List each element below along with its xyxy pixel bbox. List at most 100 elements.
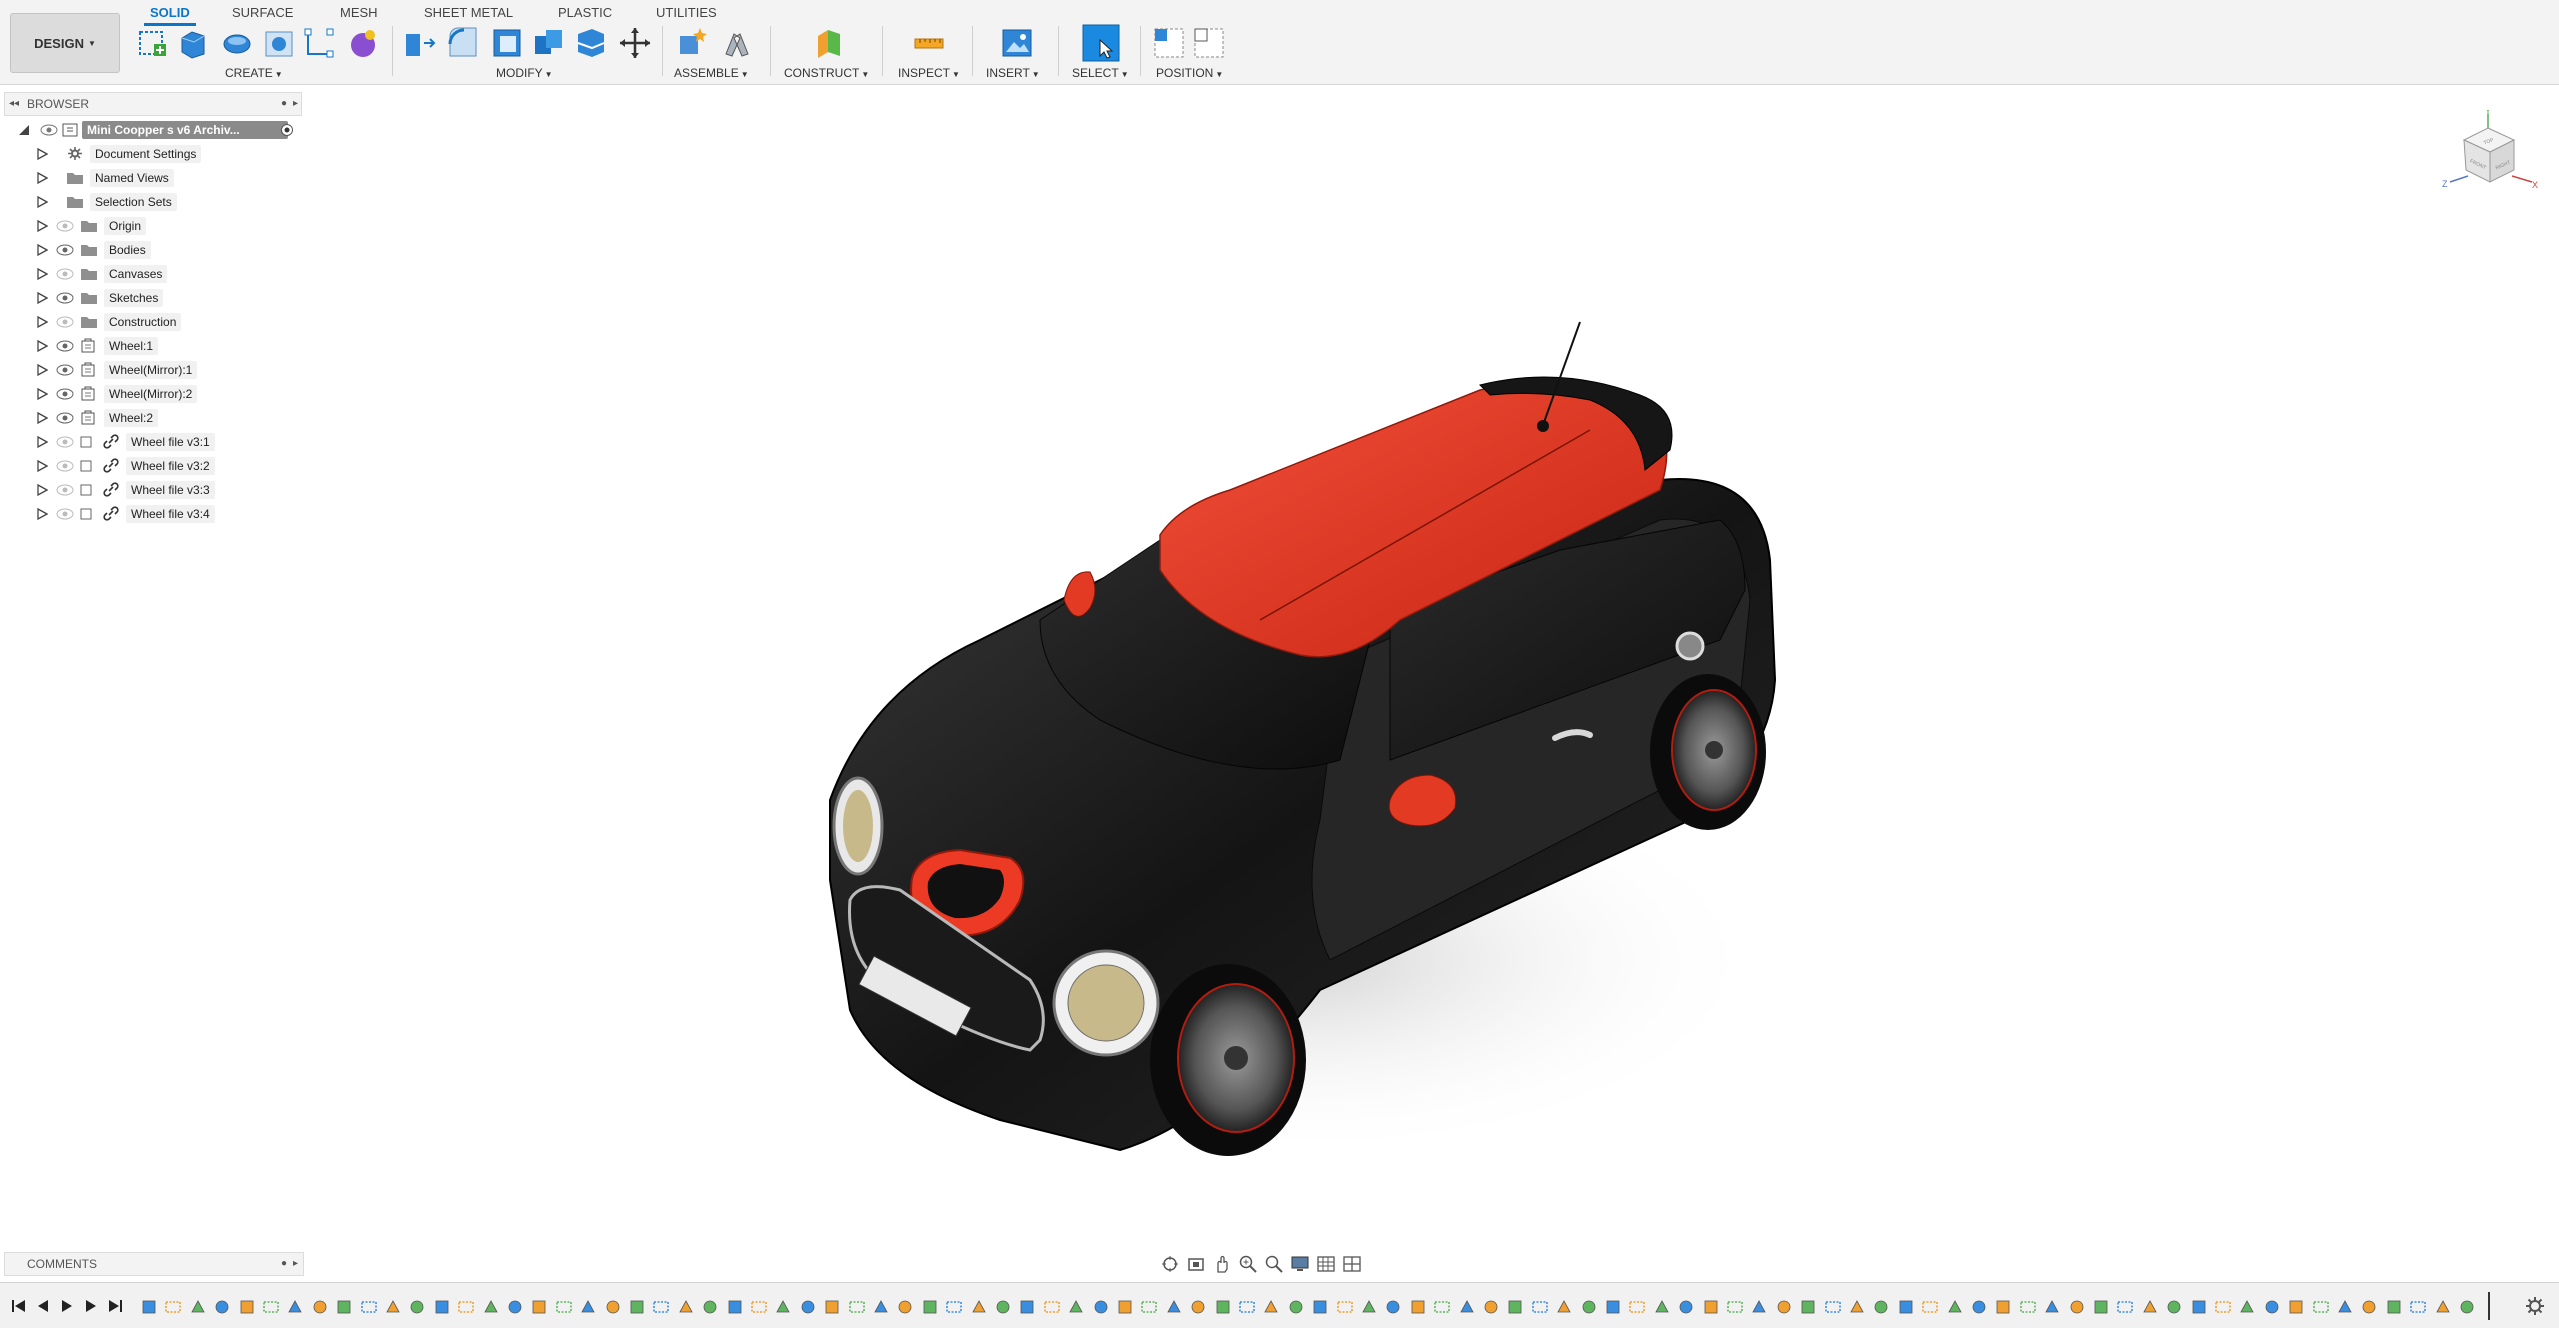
timeline-feature-icon[interactable] (238, 1298, 256, 1316)
tab-mesh[interactable]: MESH (334, 3, 384, 23)
timeline-feature-icon[interactable] (1336, 1298, 1354, 1316)
visibility-eye-icon[interactable] (56, 435, 74, 449)
timeline-feature-icon[interactable] (2116, 1298, 2134, 1316)
revolve-icon[interactable] (220, 26, 254, 60)
visibility-eye-icon[interactable] (56, 243, 74, 257)
joint-icon[interactable] (720, 26, 754, 60)
revert-position-icon[interactable] (1192, 26, 1226, 60)
timeline-feature-icon[interactable] (921, 1298, 939, 1316)
timeline-feature-icon[interactable] (1970, 1298, 1988, 1316)
expand-triangle-icon[interactable] (36, 268, 48, 280)
timeline-feature-icon[interactable] (726, 1298, 744, 1316)
pattern-icon[interactable] (302, 26, 336, 60)
browser-item[interactable]: Wheel:1 (36, 335, 296, 357)
timeline-feature-icon[interactable] (823, 1298, 841, 1316)
move-copy-icon[interactable] (618, 26, 652, 60)
timeline-feature-icon[interactable] (2214, 1298, 2232, 1316)
timeline-feature-icon[interactable] (1116, 1298, 1134, 1316)
timeline-feature-icon[interactable] (433, 1298, 451, 1316)
shell-icon[interactable] (490, 26, 524, 60)
expand-triangle-icon[interactable] (36, 340, 48, 352)
combine-icon[interactable] (532, 26, 566, 60)
timeline-feature-icon[interactable] (1458, 1298, 1476, 1316)
timeline-feature-icon[interactable] (457, 1298, 475, 1316)
browser-item[interactable]: Wheel file v3:3 (36, 479, 296, 501)
expand-triangle-icon[interactable] (36, 460, 48, 472)
expand-triangle-icon[interactable] (36, 196, 48, 208)
timeline-feature-icon[interactable] (628, 1298, 646, 1316)
orbit-icon[interactable] (1160, 1254, 1180, 1274)
expand-triangle-icon[interactable] (36, 364, 48, 376)
timeline-feature-icon[interactable] (1921, 1298, 1939, 1316)
timeline-settings-gear-icon[interactable] (2524, 1295, 2546, 1317)
timeline-feature-icon[interactable] (1750, 1298, 1768, 1316)
browser-item[interactable]: Origin (36, 215, 296, 237)
modify-menu[interactable]: MODIFY ▼ (496, 66, 553, 80)
position-menu[interactable]: POSITION ▼ (1156, 66, 1223, 80)
timeline-feature-icon[interactable] (1018, 1298, 1036, 1316)
timeline-feature-icon[interactable] (262, 1298, 280, 1316)
step-forward-icon[interactable] (82, 1297, 100, 1315)
timeline-feature-icon[interactable] (2165, 1298, 2183, 1316)
timeline-feature-icon[interactable] (2043, 1298, 2061, 1316)
visibility-eye-icon[interactable] (56, 507, 74, 521)
timeline-feature-icon[interactable] (970, 1298, 988, 1316)
timeline-feature-icon[interactable] (1043, 1298, 1061, 1316)
tab-plastic[interactable]: PLASTIC (552, 3, 618, 23)
timeline-feature-icon[interactable] (360, 1298, 378, 1316)
browser-item[interactable]: Wheel(Mirror):2 (36, 383, 296, 405)
visibility-eye-icon[interactable] (56, 411, 74, 425)
offset-plane-icon[interactable] (812, 26, 846, 60)
zoom-window-icon[interactable] (1264, 1254, 1284, 1274)
timeline-feature-icon[interactable] (1872, 1298, 1890, 1316)
measure-icon[interactable] (912, 26, 946, 60)
expand-panel-icon[interactable]: ▸ (293, 1258, 298, 1269)
press-pull-icon[interactable] (402, 26, 436, 60)
expand-triangle-icon[interactable] (36, 244, 48, 256)
collapse-triangle-icon[interactable] (18, 124, 30, 136)
timeline-feature-icon[interactable] (140, 1298, 158, 1316)
view-cube[interactable]: Y Z X TOP FRONT RIGHT (2440, 110, 2540, 200)
select-icon[interactable] (1082, 24, 1120, 62)
collapse-panel-icon[interactable]: ◂◂ (9, 98, 19, 109)
timeline-feature-icon[interactable] (1848, 1298, 1866, 1316)
timeline-feature-icon[interactable] (2019, 1298, 2037, 1316)
timeline-feature-icon[interactable] (994, 1298, 1012, 1316)
timeline-feature-icon[interactable] (286, 1298, 304, 1316)
insert-image-icon[interactable] (1000, 26, 1034, 60)
expand-triangle-icon[interactable] (36, 292, 48, 304)
fillet-icon[interactable] (446, 26, 480, 60)
timeline-feature-icon[interactable] (1531, 1298, 1549, 1316)
select-menu[interactable]: SELECT ▼ (1072, 66, 1129, 80)
timeline-feature-icon[interactable] (1799, 1298, 1817, 1316)
timeline-feature-icon[interactable] (189, 1298, 207, 1316)
visibility-eye-icon[interactable] (56, 387, 74, 401)
timeline-feature-icon[interactable] (799, 1298, 817, 1316)
timeline-feature-icon[interactable] (579, 1298, 597, 1316)
browser-item[interactable]: Wheel file v3:1 (36, 431, 296, 453)
timeline-feature-icon[interactable] (2385, 1298, 2403, 1316)
expand-triangle-icon[interactable] (36, 436, 48, 448)
timeline-feature-icon[interactable] (2360, 1298, 2378, 1316)
browser-item[interactable]: Named Views (36, 167, 296, 189)
timeline-feature-icon[interactable] (2190, 1298, 2208, 1316)
browser-item[interactable]: Document Settings (36, 143, 296, 165)
timeline-feature-icon[interactable] (1555, 1298, 1573, 1316)
expand-panel-icon[interactable]: ▸ (293, 98, 298, 109)
timeline-feature-icon[interactable] (1140, 1298, 1158, 1316)
timeline-feature-icon[interactable] (1824, 1298, 1842, 1316)
expand-triangle-icon[interactable] (36, 412, 48, 424)
expand-triangle-icon[interactable] (36, 484, 48, 496)
timeline-feature-icon[interactable] (1092, 1298, 1110, 1316)
timeline-feature-icon[interactable] (213, 1298, 231, 1316)
browser-item[interactable]: Canvases (36, 263, 296, 285)
visibility-eye-icon[interactable] (56, 339, 74, 353)
timeline-feature-icon[interactable] (1653, 1298, 1671, 1316)
grid-settings-icon[interactable] (1316, 1254, 1336, 1274)
timeline-feature-icon[interactable] (1946, 1298, 1964, 1316)
timeline-feature-icon[interactable] (1628, 1298, 1646, 1316)
browser-root-row[interactable]: Mini Coopper s v6 Archiv... (18, 119, 298, 141)
timeline-feature-icon[interactable] (1604, 1298, 1622, 1316)
timeline-feature-icon[interactable] (1482, 1298, 1500, 1316)
pin-icon[interactable]: ● (281, 98, 287, 109)
